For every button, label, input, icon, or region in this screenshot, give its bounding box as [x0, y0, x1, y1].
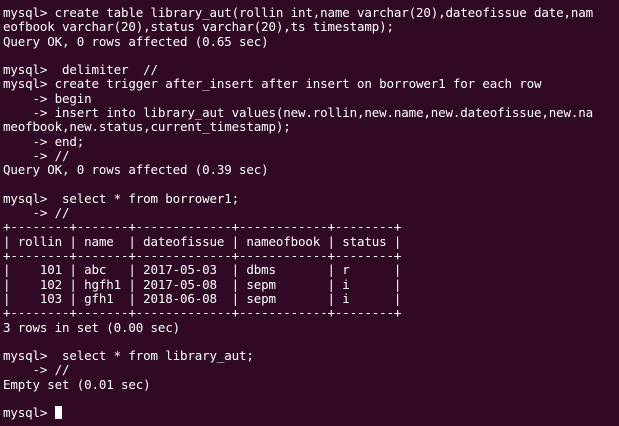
terminal-line: Empty set (0.01 sec)	[3, 376, 151, 392]
table-border: +--------+-------+-------------+--------…	[3, 248, 402, 264]
terminal-line: meofbook,new.status,current_timestamp);	[3, 119, 291, 135]
prompt-line[interactable]: mysql>	[3, 406, 619, 420]
table-border: +--------+-------+-------------+--------…	[3, 305, 402, 321]
terminal-line: -> //	[3, 147, 70, 163]
table-row: | 102 | hgfh1 | 2017-05-08 | sepm | i |	[3, 276, 402, 292]
terminal-line: Query OK, 0 rows affected (0.65 sec)	[3, 33, 269, 49]
table-row: | 103 | gfh1 | 2018-06-08 | sepm | i |	[3, 290, 402, 306]
terminal-line: mysql> create trigger after_insert after…	[3, 76, 542, 92]
terminal-line: -> insert into library_aut values(new.ro…	[3, 105, 594, 121]
terminal-line: mysql> create table library_aut(rollin i…	[3, 5, 594, 20]
table-header-row: | rollin | name | dateofissue | nameofbo…	[3, 233, 402, 249]
terminal-line: -> begin	[3, 90, 92, 106]
terminal-line: mysql> select * from library_aut;	[3, 348, 254, 364]
terminal-line: mysql> delimiter //	[3, 62, 158, 78]
prompt-text: mysql>	[3, 405, 55, 421]
terminal-line: mysql> select * from borrower1;	[3, 190, 240, 206]
terminal-line: -> end;	[3, 133, 85, 149]
terminal-line: Query OK, 0 rows affected (0.39 sec)	[3, 162, 269, 178]
table-row: | 101 | abc | 2017-05-03 | dbms | r |	[3, 262, 402, 278]
table-border: +--------+-------+-------------+--------…	[3, 219, 402, 235]
terminal-line: 3 rows in set (0.00 sec)	[3, 319, 181, 335]
terminal-line: -> //	[3, 362, 70, 378]
text-cursor	[54, 406, 62, 420]
terminal-line: -> //	[3, 205, 70, 221]
terminal-line: eofbook varchar(20),status varchar(20),t…	[3, 19, 394, 35]
terminal-window[interactable]: mysql> create table library_aut(rollin i…	[0, 0, 619, 426]
